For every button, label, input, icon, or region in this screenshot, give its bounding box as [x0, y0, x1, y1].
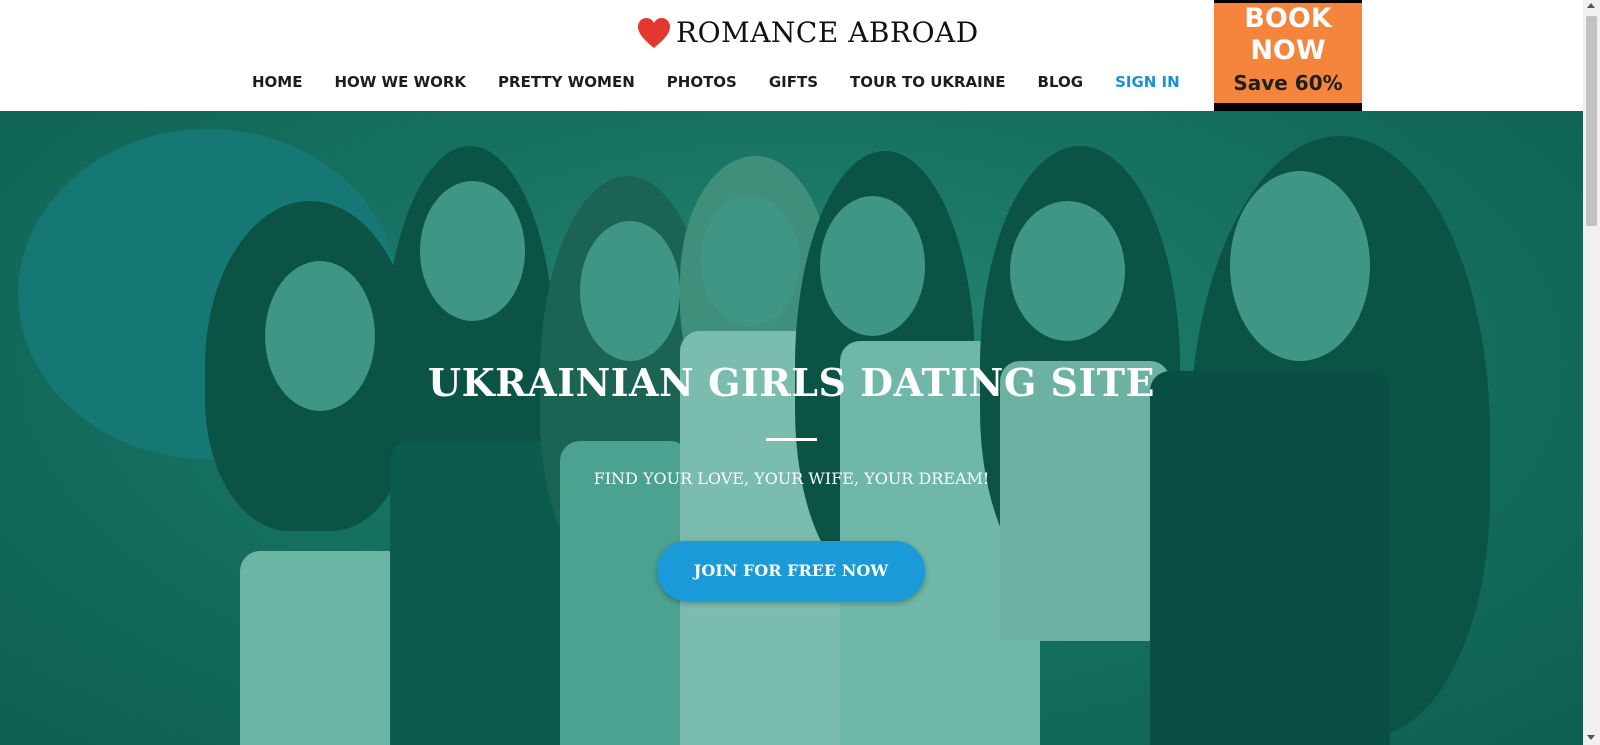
book-now-line2: NOW	[1250, 35, 1326, 66]
nav-blog[interactable]: BLOG	[1038, 73, 1084, 91]
logo[interactable]: ROMANCE ABROAD	[637, 16, 979, 49]
book-now-line1: BOOK	[1244, 3, 1332, 34]
site-header: ROMANCE ABROAD HOME HOW WE WORK PRETTY W…	[0, 0, 1583, 111]
hero-divider	[766, 438, 817, 441]
scrollbar-thumb[interactable]	[1586, 16, 1597, 226]
scroll-up-icon[interactable]	[1587, 3, 1595, 8]
hero-overlay	[0, 111, 1583, 745]
logo-text: ROMANCE ABROAD	[676, 16, 979, 49]
nav-tour-to-ukraine[interactable]: TOUR TO UKRAINE	[850, 73, 1006, 91]
hero-subtitle: FIND YOUR LOVE, YOUR WIFE, YOUR DREAM!	[593, 469, 990, 488]
nav-sign-in[interactable]: SIGN IN	[1115, 73, 1180, 91]
nav-how-we-work[interactable]: HOW WE WORK	[334, 73, 466, 91]
book-now-banner[interactable]: BOOK NOW Save 60%	[1214, 0, 1362, 111]
hero-section: UKRAINIAN GIRLS DATING SITE FIND YOUR LO…	[0, 111, 1583, 745]
main-nav: HOME HOW WE WORK PRETTY WOMEN PHOTOS GIF…	[252, 73, 1180, 91]
nav-gifts[interactable]: GIFTS	[769, 73, 818, 91]
nav-photos[interactable]: PHOTOS	[667, 73, 737, 91]
page-scrollbar[interactable]	[1583, 0, 1600, 745]
nav-home[interactable]: HOME	[252, 73, 302, 91]
hero-title: UKRAINIAN GIRLS DATING SITE	[428, 360, 1155, 405]
book-now-save: Save 60%	[1233, 71, 1343, 95]
nav-pretty-women[interactable]: PRETTY WOMEN	[498, 73, 635, 91]
scroll-down-icon[interactable]	[1587, 735, 1595, 740]
join-free-button[interactable]: JOIN FOR FREE NOW	[657, 541, 925, 601]
page: ROMANCE ABROAD HOME HOW WE WORK PRETTY W…	[0, 0, 1583, 745]
heart-icon	[638, 17, 670, 48]
